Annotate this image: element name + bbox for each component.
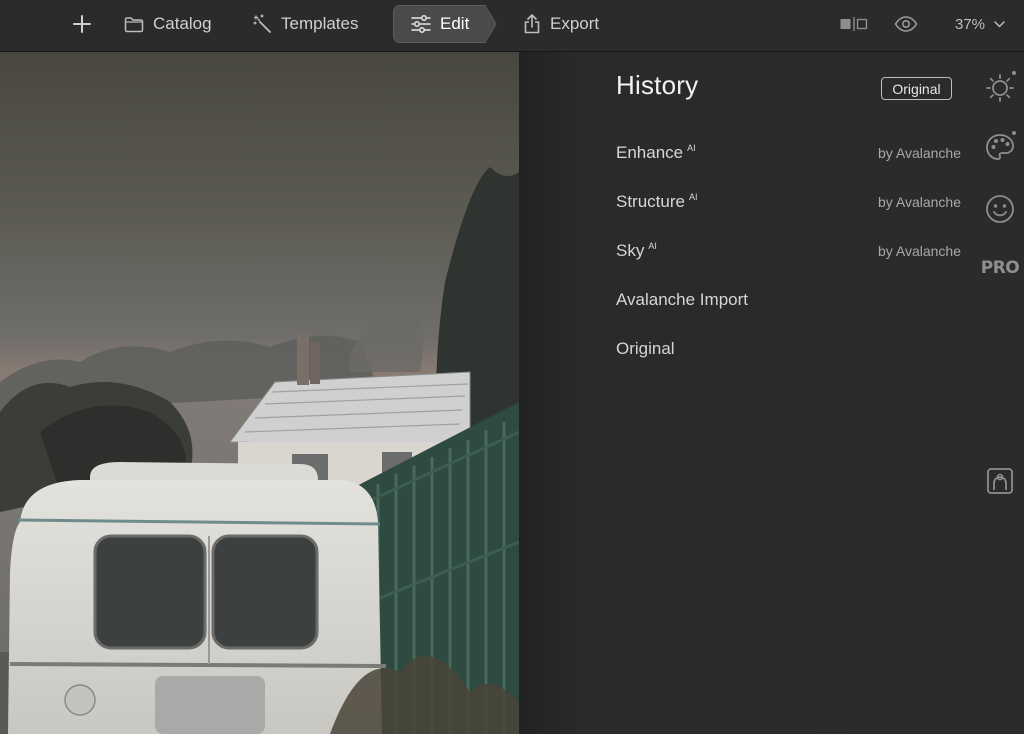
ai-badge: AI xyxy=(688,191,698,202)
history-item-author: by Avalanche xyxy=(877,193,961,210)
ai-badge: AI xyxy=(687,142,696,153)
pro-tool-button[interactable]: PRO xyxy=(980,258,1020,278)
palette-icon xyxy=(983,130,1017,169)
zoom-value: 37% xyxy=(955,15,986,33)
portrait-tool-icon xyxy=(985,466,1015,501)
history-item-label: Enhance AI xyxy=(616,142,696,162)
split-view-icon xyxy=(840,17,868,31)
catalog-tab[interactable]: Catalog xyxy=(124,0,212,48)
history-item-enhance[interactable]: Enhance AI by Avalanche xyxy=(616,128,961,177)
portrait-tool-button[interactable] xyxy=(980,192,1020,231)
photo-canvas[interactable] xyxy=(0,52,519,734)
color-tool-button[interactable] xyxy=(980,130,1020,169)
history-item-label: Structure AI xyxy=(616,191,698,211)
compare-button[interactable] xyxy=(840,0,877,48)
history-item-original[interactable]: Original xyxy=(616,324,961,373)
chevron-down-icon xyxy=(994,20,1005,28)
templates-tab[interactable]: Templates xyxy=(252,0,358,48)
history-item-author: by Avalanche xyxy=(877,144,961,161)
light-tool-button[interactable] xyxy=(980,70,1020,109)
sun-icon xyxy=(983,70,1017,109)
folder-icon xyxy=(124,16,144,33)
history-item-structure[interactable]: Structure AI by Avalanche xyxy=(616,177,961,226)
catalog-label: Catalog xyxy=(153,14,212,33)
photo-image xyxy=(0,52,519,734)
magic-wand-icon xyxy=(252,14,272,34)
selective-tool-button[interactable] xyxy=(980,466,1020,501)
history-item-sky[interactable]: Sky AI by Avalanche xyxy=(616,226,961,275)
history-item-avalanche-import[interactable]: Avalanche Import xyxy=(616,275,961,324)
share-icon xyxy=(523,14,541,34)
add-button[interactable] xyxy=(72,0,100,48)
eye-icon xyxy=(894,16,918,32)
edit-tab[interactable]: Edit xyxy=(393,5,497,43)
history-panel: History Original Enhance AI by Avalanche … xyxy=(519,52,1024,734)
history-item-label: Original xyxy=(616,338,675,358)
preview-button[interactable] xyxy=(894,0,927,48)
ai-badge: AI xyxy=(648,240,657,251)
history-title: History xyxy=(616,70,699,100)
history-item-label: Avalanche Import xyxy=(616,289,748,309)
history-item-label: Sky AI xyxy=(616,240,657,260)
pro-icon: PRO xyxy=(980,258,1020,278)
plus-icon xyxy=(72,15,91,33)
edit-label: Edit xyxy=(440,14,470,33)
smiley-icon xyxy=(983,192,1017,231)
tool-rail: PRO xyxy=(980,52,1024,734)
export-label: Export xyxy=(550,14,600,33)
templates-label: Templates xyxy=(281,14,359,33)
top-toolbar: Catalog Templates Edit Export 37% xyxy=(0,0,1024,52)
export-tab[interactable]: Export xyxy=(523,0,599,48)
original-button[interactable]: Original xyxy=(881,77,952,100)
history-item-author: by Avalanche xyxy=(877,242,961,259)
zoom-dropdown[interactable]: 37% xyxy=(955,0,1005,48)
sliders-icon xyxy=(411,15,431,33)
history-list: Enhance AI by Avalanche Structure AI by Av… xyxy=(616,128,961,373)
